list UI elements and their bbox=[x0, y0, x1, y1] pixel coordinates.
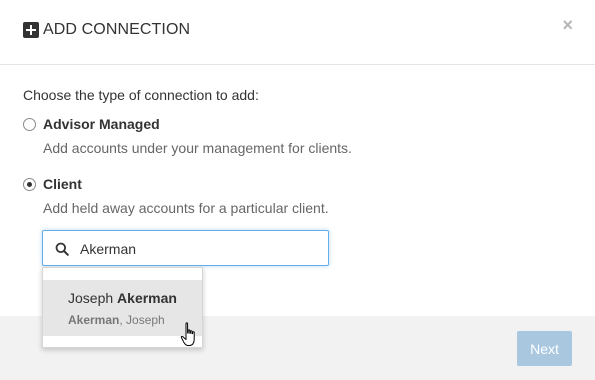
search-result-item[interactable]: Joseph Akerman Akerman, Joseph bbox=[43, 280, 202, 336]
result-name: Joseph Akerman bbox=[68, 290, 177, 306]
next-button[interactable]: Next bbox=[517, 331, 572, 366]
title-wrap: ADD CONNECTION bbox=[23, 21, 190, 39]
advisor-managed-label[interactable]: Advisor Managed bbox=[43, 116, 160, 132]
modal-header: ADD CONNECTION × bbox=[0, 0, 595, 65]
add-connection-modal: ADD CONNECTION × Choose the type of conn… bbox=[0, 0, 595, 380]
advisor-managed-description: Add accounts under your management for c… bbox=[43, 140, 352, 156]
modal-title: ADD CONNECTION bbox=[43, 21, 191, 38]
client-search-input[interactable] bbox=[80, 239, 310, 259]
client-radio[interactable] bbox=[23, 178, 36, 191]
result-sub-last: Akerman bbox=[68, 313, 120, 327]
result-sub-rest: , Joseph bbox=[119, 313, 165, 327]
search-icon bbox=[55, 242, 69, 256]
advisor-managed-radio[interactable] bbox=[23, 118, 36, 131]
search-results-dropdown: Joseph Akerman Akerman, Joseph bbox=[42, 267, 203, 348]
client-search-box[interactable] bbox=[42, 230, 329, 266]
result-last-name: Akerman bbox=[117, 290, 177, 306]
client-description: Add held away accounts for a particular … bbox=[43, 200, 329, 216]
close-button[interactable]: × bbox=[562, 16, 573, 34]
client-label[interactable]: Client bbox=[43, 176, 82, 192]
plus-square-icon bbox=[23, 22, 39, 38]
result-sort-name: Akerman, Joseph bbox=[68, 313, 165, 327]
result-first-name: Joseph bbox=[68, 290, 118, 306]
hand-cursor-icon bbox=[180, 322, 195, 346]
connection-type-prompt: Choose the type of connection to add: bbox=[23, 87, 259, 103]
